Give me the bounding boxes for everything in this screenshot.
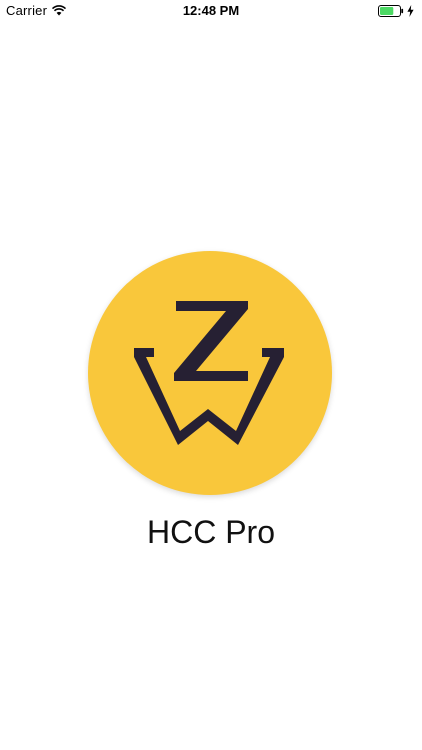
- app-name: HCC Pro: [146, 514, 275, 550]
- battery-group: [378, 5, 414, 17]
- battery-icon: [378, 5, 404, 17]
- app-logo: [88, 251, 332, 495]
- bolt-icon: [407, 5, 414, 17]
- status-bar: Carrier 12:48 PM: [0, 0, 422, 22]
- splash-screen: Carrier 12:48 PM HCC Pro: [0, 0, 422, 750]
- zw-logo-icon: [134, 301, 284, 445]
- status-time: 12:48 PM: [182, 3, 240, 18]
